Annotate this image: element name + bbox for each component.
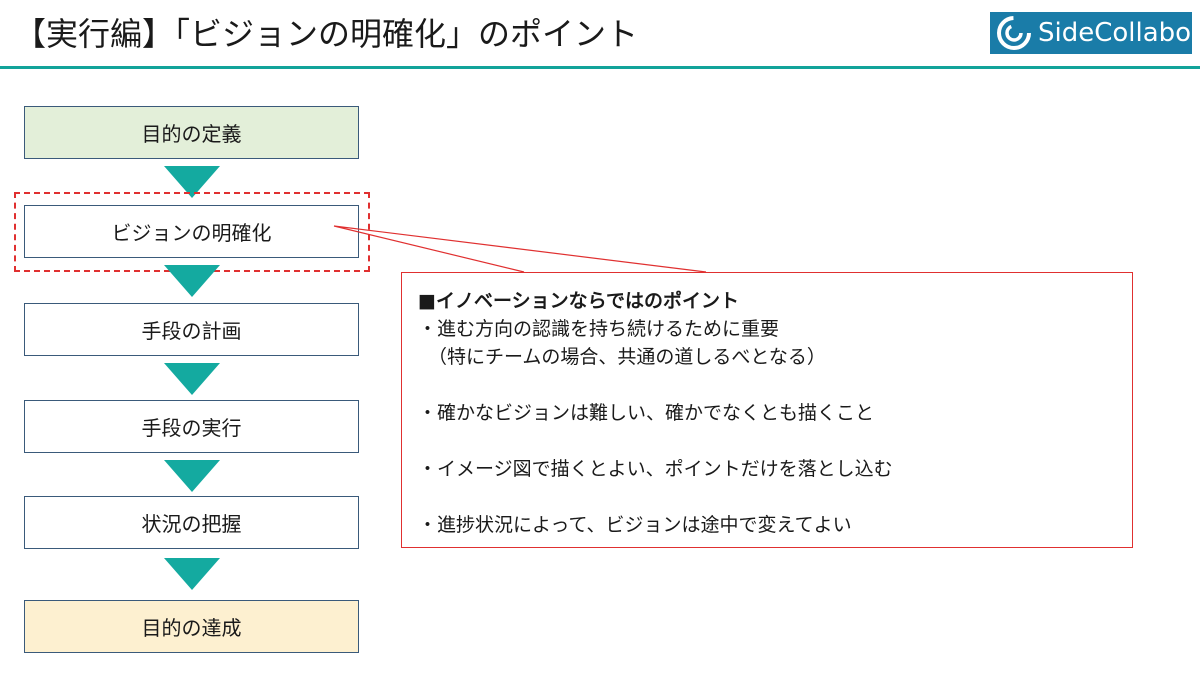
sidecollabo-logo-icon <box>997 16 1031 50</box>
callout-point: ・進捗状況によって、ビジョンは途中で変えてよい <box>418 514 852 536</box>
down-arrow-icon <box>164 363 220 395</box>
down-arrow-icon <box>164 558 220 590</box>
callout-point: ・進む方向の認識を持ち続けるために重要 <box>418 318 780 340</box>
step-label: 目的の定義 <box>141 122 242 146</box>
step-define-purpose: 目的の定義 <box>24 106 359 159</box>
sidecollabo-logo: SideCollabo <box>990 12 1192 54</box>
step-label: 手段の計画 <box>141 319 242 343</box>
callout-point-note: （特にチームの場合、共通の道しるべとなる） <box>428 346 826 368</box>
step-label: 目的の達成 <box>141 616 242 640</box>
step-label: 状況の把握 <box>141 512 242 536</box>
step-plan-means: 手段の計画 <box>24 303 359 356</box>
down-arrow-icon <box>164 265 220 297</box>
step-label: 手段の実行 <box>141 416 242 440</box>
page-title: 【実行編】「ビジョンの明確化」のポイント <box>14 15 639 53</box>
step-grasp-situation: 状況の把握 <box>24 496 359 549</box>
callout-point: ・確かなビジョンは難しい、確かでなくとも描くこと <box>418 402 875 424</box>
vision-highlight-frame <box>14 192 370 272</box>
title-divider <box>0 66 1200 69</box>
vision-points-callout: ■イノベーションならではのポイント ・進む方向の認識を持ち続けるために重要 （特… <box>401 272 1133 548</box>
down-arrow-icon <box>164 460 220 492</box>
step-achieve-purpose: 目的の達成 <box>24 600 359 653</box>
logo-text: SideCollabo <box>1038 18 1192 48</box>
callout-heading: ■イノベーションならではのポイント <box>418 290 740 312</box>
callout-point: ・イメージ図で描くとよい、ポイントだけを落とし込む <box>418 458 893 480</box>
step-execute-means: 手段の実行 <box>24 400 359 453</box>
